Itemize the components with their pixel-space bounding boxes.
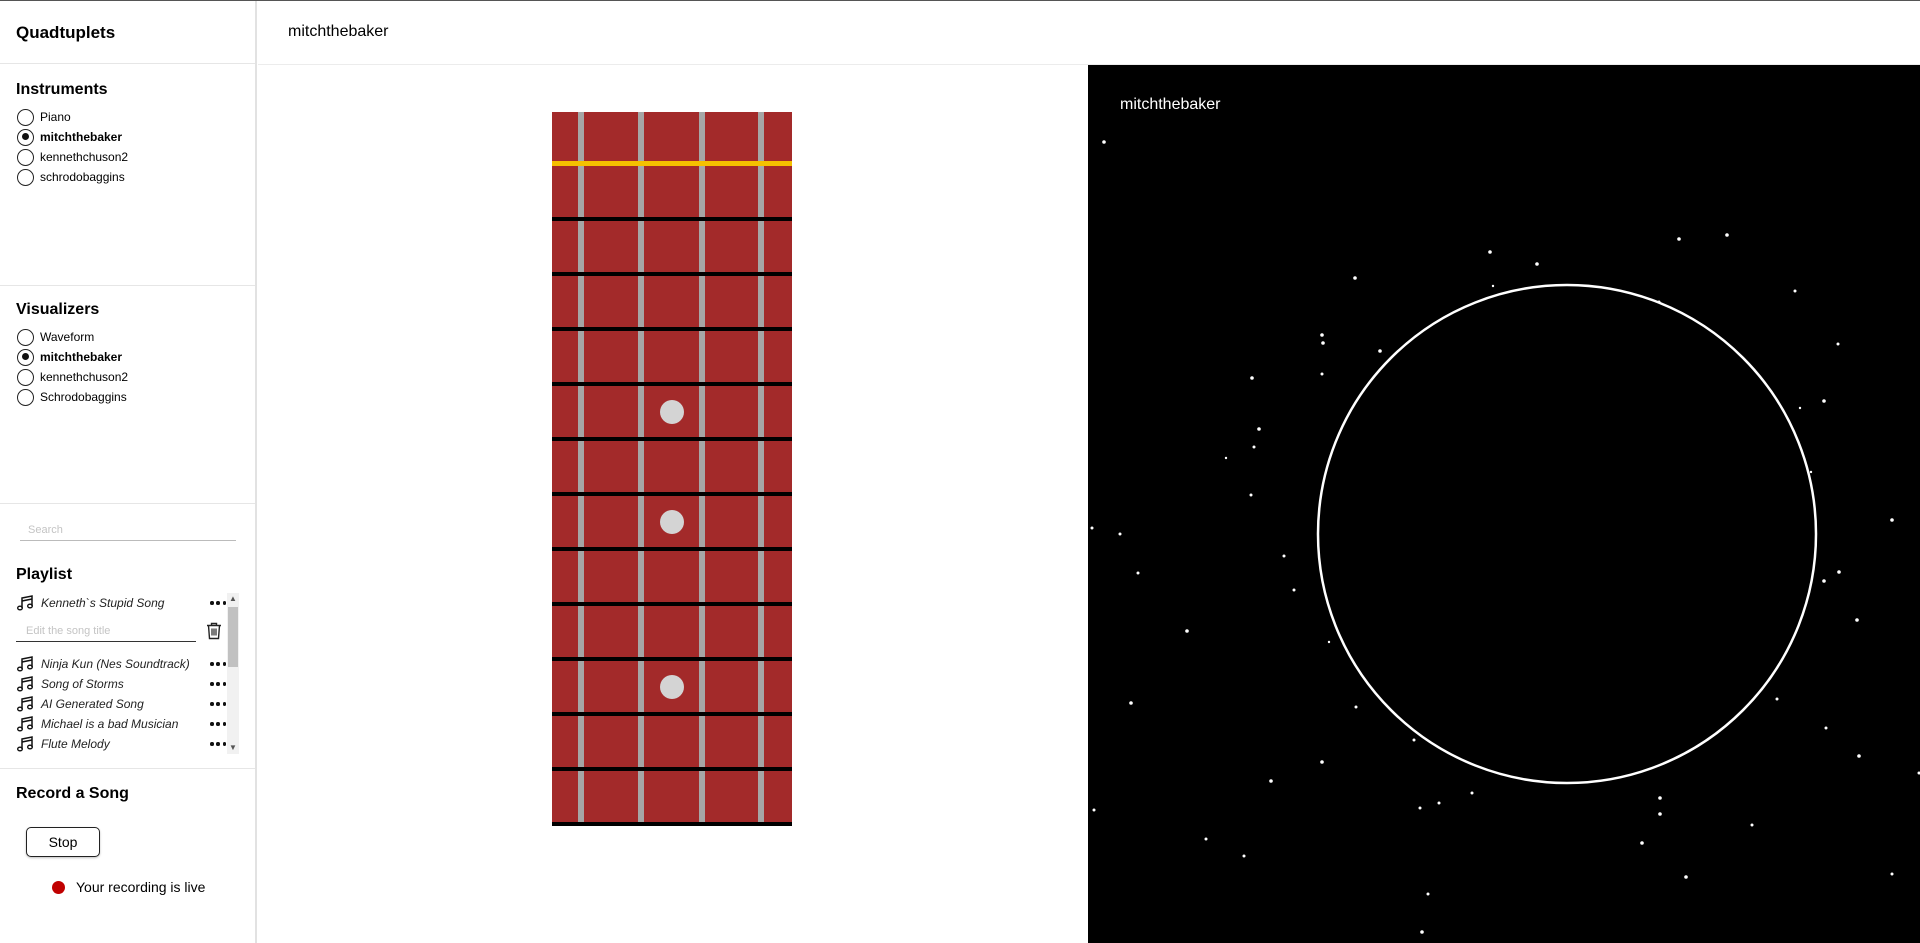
- scroll-down-arrow-icon[interactable]: ▼: [227, 742, 239, 754]
- visualizer-label: kennethchuson2: [40, 370, 129, 384]
- recording-status: Your recording is live: [52, 879, 205, 895]
- edit-song-row: [16, 618, 226, 646]
- visualizer-option-waveform[interactable]: Waveform: [17, 327, 128, 347]
- visualizer-option-kennethchuson2[interactable]: kennethchuson2: [17, 367, 128, 387]
- fret: [552, 272, 792, 276]
- fret: [552, 217, 792, 221]
- music-note-icon: [17, 736, 33, 752]
- instrument-label: mitchthebaker: [40, 130, 123, 144]
- visualizer-label: Waveform: [40, 330, 95, 344]
- radio-button[interactable]: [17, 328, 34, 346]
- song-title: Flute Melody: [41, 737, 110, 751]
- playlist-item[interactable]: Flute Melody: [16, 734, 226, 754]
- radio-button-checked[interactable]: [17, 128, 34, 146]
- fretboard-nut: [552, 161, 792, 166]
- visualizer-option-mitchthebaker[interactable]: mitchthebaker: [17, 347, 128, 367]
- fretboard[interactable]: [552, 112, 792, 826]
- recording-status-text: Your recording is live: [76, 879, 206, 895]
- song-title: Michael is a bad Musician: [41, 717, 179, 731]
- search-input[interactable]: [20, 519, 236, 541]
- fret-marker: [660, 510, 684, 534]
- playlist: Kenneth`s Stupid Song Ninja Kun (Nes Sou…: [16, 593, 240, 754]
- visualizer-list: Waveform mitchthebaker kennethchuson2 Sc…: [17, 327, 128, 407]
- song-title: AI Generated Song: [41, 697, 144, 711]
- stop-button[interactable]: Stop: [26, 827, 100, 857]
- instrument-label: Piano: [40, 110, 71, 124]
- app-title: Quadtuplets: [16, 23, 116, 42]
- more-dots-icon[interactable]: [210, 657, 226, 671]
- fret: [552, 822, 792, 826]
- more-dots-icon[interactable]: [210, 717, 226, 731]
- playlist-item[interactable]: Kenneth`s Stupid Song: [16, 593, 226, 613]
- fret: [552, 657, 792, 661]
- fret: [552, 437, 792, 441]
- song-title: Kenneth`s Stupid Song: [41, 596, 165, 610]
- record-title: Record a Song: [16, 785, 129, 802]
- more-dots-icon[interactable]: [210, 596, 226, 610]
- fret: [552, 767, 792, 771]
- instrument-option-piano[interactable]: Piano: [17, 107, 128, 127]
- fret-marker: [660, 675, 684, 699]
- radio-button[interactable]: [17, 368, 34, 386]
- instrument-option-kennethchuson2[interactable]: kennethchuson2: [17, 147, 128, 167]
- edit-song-title-input[interactable]: [16, 620, 196, 642]
- fret: [552, 712, 792, 716]
- fret: [552, 382, 792, 386]
- visualizer-canvas: mitchthebaker: [1088, 65, 1920, 943]
- fret: [552, 492, 792, 496]
- music-note-icon: [17, 676, 33, 692]
- music-note-icon: [17, 595, 33, 611]
- instrument-option-mitchthebaker[interactable]: mitchthebaker: [17, 127, 128, 147]
- fret: [552, 602, 792, 606]
- page-title: mitchthebaker: [288, 23, 389, 40]
- radio-button[interactable]: [17, 168, 34, 186]
- fret: [552, 327, 792, 331]
- header: mitchthebaker: [258, 1, 1920, 65]
- music-note-icon: [17, 656, 33, 672]
- visualizer-label: Schrodobaggins: [40, 390, 127, 404]
- more-dots-icon[interactable]: [210, 697, 226, 711]
- radio-button[interactable]: [17, 388, 34, 406]
- radio-button[interactable]: [17, 108, 34, 126]
- music-note-icon: [17, 716, 33, 732]
- fret-marker: [660, 400, 684, 424]
- playlist-scrollbar[interactable]: ▲ ▼: [227, 593, 239, 754]
- trash-icon[interactable]: [206, 622, 222, 640]
- song-title: Ninja Kun (Nes Soundtrack): [41, 657, 190, 671]
- fret: [552, 547, 792, 551]
- divider: [0, 285, 255, 286]
- scroll-up-arrow-icon[interactable]: ▲: [227, 593, 239, 605]
- divider: [0, 63, 255, 64]
- radio-button-checked[interactable]: [17, 348, 34, 366]
- playlist-item[interactable]: Song of Storms: [16, 674, 226, 694]
- instrument-option-schrodobaggins[interactable]: schrodobaggins: [17, 167, 128, 187]
- instruments-title: Instruments: [16, 81, 108, 98]
- visualizer-particles: [1090, 140, 1920, 934]
- instrument-label: schrodobaggins: [40, 170, 125, 184]
- scrollbar-thumb[interactable]: [228, 607, 238, 667]
- more-dots-icon[interactable]: [210, 677, 226, 691]
- playlist-item[interactable]: Ninja Kun (Nes Soundtrack): [16, 654, 226, 674]
- instrument-list: Piano mitchthebaker kennethchuson2 schro…: [17, 107, 128, 187]
- playlist-title: Playlist: [16, 566, 73, 583]
- recording-live-icon: [52, 880, 65, 894]
- music-note-icon: [17, 696, 33, 712]
- playlist-item[interactable]: Michael is a bad Musician: [16, 714, 226, 734]
- visualizers-title: Visualizers: [16, 301, 100, 318]
- visualizer-ring: [1316, 283, 1818, 785]
- more-dots-icon[interactable]: [210, 737, 226, 751]
- sidebar: Quadtuplets Instruments Piano mitchtheba…: [0, 1, 257, 943]
- divider: [0, 503, 255, 504]
- song-title: Song of Storms: [41, 677, 124, 691]
- playlist-item[interactable]: AI Generated Song: [16, 694, 226, 714]
- radio-button[interactable]: [17, 148, 34, 166]
- visualizer-graphic: [1090, 140, 1920, 934]
- visualizer-label: mitchthebaker: [1120, 96, 1221, 113]
- instrument-label: kennethchuson2: [40, 150, 129, 164]
- visualizer-label: mitchthebaker: [40, 350, 123, 364]
- visualizer-option-schrodobaggins[interactable]: Schrodobaggins: [17, 387, 128, 407]
- divider: [0, 768, 255, 769]
